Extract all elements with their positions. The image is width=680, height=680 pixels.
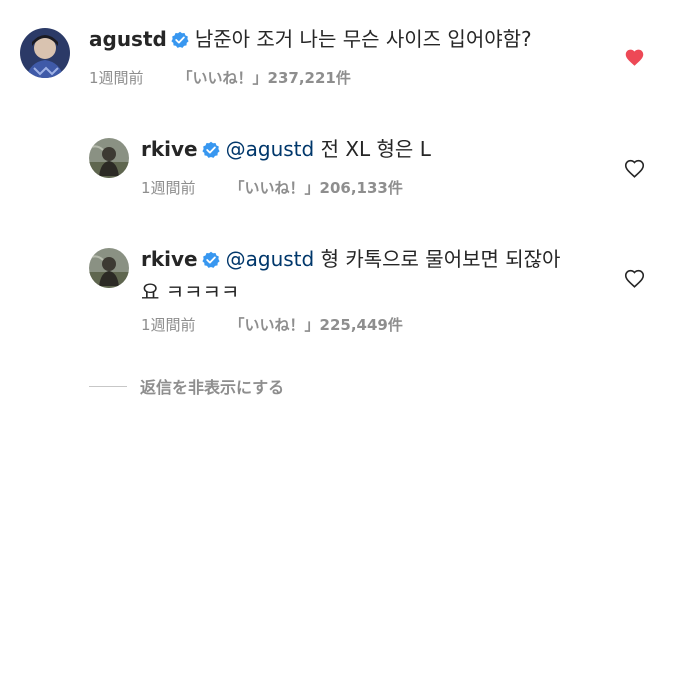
comment-time[interactable]: 1週間前 <box>141 316 196 334</box>
comment-meta: 1週間前 「いいね！」225,449件 <box>141 315 403 335</box>
like-count[interactable]: 「いいね！」206,133件 <box>230 179 403 197</box>
comment-time[interactable]: 1週間前 <box>141 179 196 197</box>
comment-text: 형 카톡으로 물어보면 되잖아 <box>320 247 561 271</box>
avatar[interactable] <box>89 248 129 288</box>
comment-body: rkive @agustd 형 카톡으로 물어보면 되잖아요 ㅋㅋㅋㅋ <box>141 244 560 307</box>
comment-body: rkive @agustd 전 XL 형은 L <box>141 134 431 167</box>
comment-thread: agustd 남준아 조거 나는 무슨 사이즈 입어야함? 1週間前 「いいね！」2… <box>0 0 680 680</box>
verified-badge-icon <box>202 247 220 277</box>
like-count[interactable]: 「いいね！」225,449件 <box>230 316 403 334</box>
avatar[interactable] <box>89 138 129 178</box>
heart-icon[interactable] <box>624 268 645 292</box>
hide-replies-label: 返信を非表示にする <box>140 378 285 397</box>
divider-line <box>89 385 127 387</box>
comment-meta: 1週間前 「いいね！」237,221件 <box>89 68 351 88</box>
verified-badge-icon <box>171 27 189 57</box>
username[interactable]: agustd <box>89 27 167 51</box>
heart-icon[interactable] <box>624 158 645 182</box>
username[interactable]: rkive <box>141 137 198 161</box>
comment-time[interactable]: 1週間前 <box>89 69 144 87</box>
comment-body: agustd 남준아 조거 나는 무슨 사이즈 입어야함? <box>89 24 532 57</box>
like-count[interactable]: 「いいね！」237,221件 <box>178 69 351 87</box>
avatar[interactable] <box>20 28 70 78</box>
comment-text: 전 XL 형은 L <box>320 137 431 161</box>
verified-badge-icon <box>202 137 220 167</box>
hide-replies-button[interactable]: 返信を非表示にする <box>89 374 284 398</box>
mention-link[interactable]: @agustd <box>226 247 315 271</box>
username[interactable]: rkive <box>141 247 198 271</box>
heart-icon[interactable] <box>624 47 645 71</box>
comment-text-continued: 요 ㅋㅋㅋㅋ <box>141 280 240 304</box>
comment-text: 남준아 조거 나는 무슨 사이즈 입어야함? <box>194 27 532 51</box>
mention-link[interactable]: @agustd <box>226 137 315 161</box>
comment-meta: 1週間前 「いいね！」206,133件 <box>141 178 403 198</box>
